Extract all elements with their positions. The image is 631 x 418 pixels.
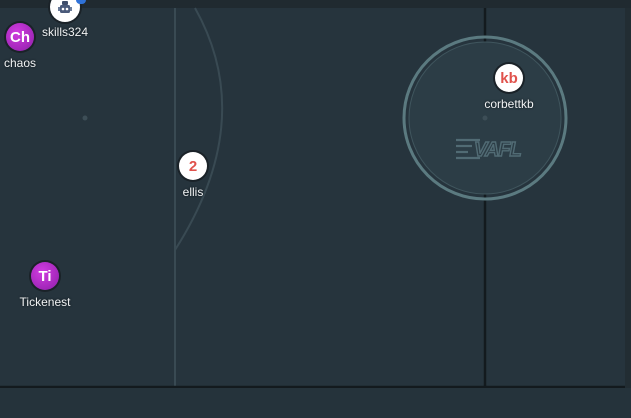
player-skills324[interactable]: skills324	[37, 0, 93, 39]
player-ellis[interactable]: 2 ellis	[173, 152, 213, 199]
player-tickenest[interactable]: Ti Tickenest	[13, 262, 77, 309]
pitch: VAFL	[0, 7, 625, 389]
right-edge	[625, 8, 631, 388]
player-name: Tickenest	[19, 295, 71, 309]
player-token[interactable]: Ch	[6, 23, 34, 51]
center-logo-text: VAFL	[474, 139, 522, 161]
player-name: skills324	[41, 25, 89, 39]
player-name: corbettkb	[484, 97, 534, 111]
player-corbettkb[interactable]: kb corbettkb	[479, 64, 539, 111]
field-arc	[174, 7, 224, 251]
field-spot	[82, 115, 88, 121]
bottom-area	[0, 388, 631, 418]
player-token[interactable]: kb	[495, 64, 523, 92]
player-token[interactable]	[50, 0, 80, 22]
player-name: chaos	[3, 56, 37, 70]
player-token[interactable]: Ti	[31, 262, 59, 290]
player-chaos[interactable]: Ch chaos	[0, 23, 40, 70]
center-spot	[482, 115, 488, 121]
player-name: ellis	[182, 185, 204, 199]
robot-avatar-icon	[58, 1, 72, 13]
player-token[interactable]: 2	[179, 152, 207, 180]
